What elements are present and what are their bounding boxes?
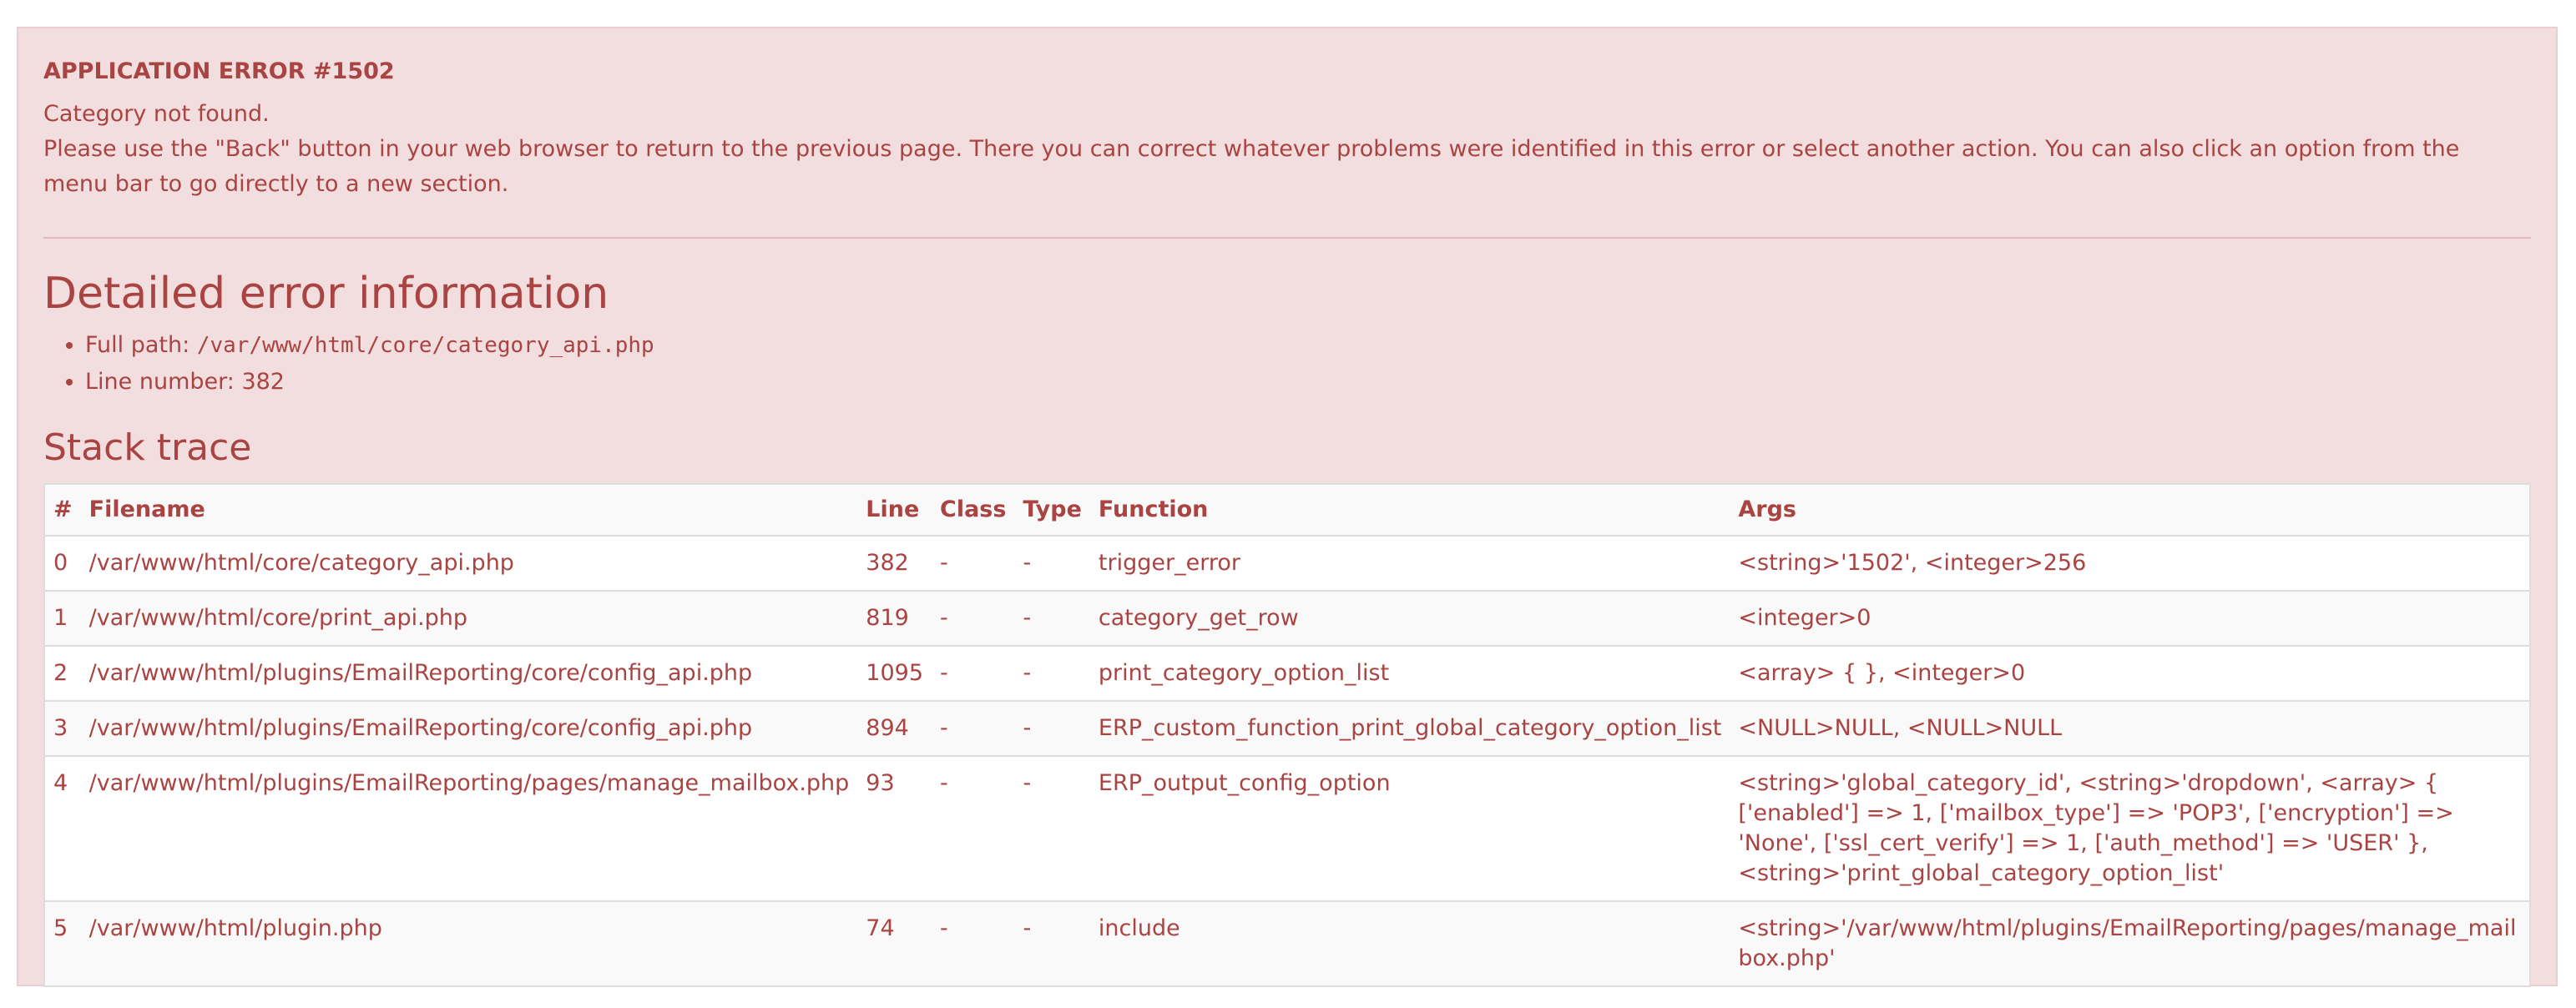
- cell-args: <string>'global_category_id', <string>'d…: [1730, 755, 2530, 901]
- cell-line: 1095: [857, 645, 932, 701]
- cell-class: -: [932, 535, 1015, 591]
- col-header-function: Function: [1089, 483, 1730, 536]
- cell-type: -: [1014, 590, 1090, 646]
- detail-list: Full path: /var/www/html/core/category_a…: [43, 327, 2531, 400]
- cell-line: 382: [857, 535, 932, 591]
- cell-function: ERP_custom_function_print_global_categor…: [1089, 700, 1730, 756]
- cell-class: -: [932, 700, 1015, 756]
- cell-class: -: [932, 900, 1015, 986]
- divider: [43, 237, 2531, 239]
- cell-type: -: [1014, 535, 1090, 591]
- full-path-label: Full path:: [85, 332, 197, 358]
- stack-trace-heading: Stack trace: [43, 426, 252, 469]
- error-message-line-2: Please use the "Back" button in your web…: [43, 136, 2460, 197]
- col-header-filename: Filename: [80, 483, 858, 536]
- cell-line: 93: [857, 755, 932, 901]
- line-number-value: 382: [241, 369, 285, 395]
- col-header-line: Line: [857, 483, 932, 536]
- cell-function: include: [1089, 900, 1730, 986]
- table-row: 5 /var/www/html/plugin.php 74 - - includ…: [44, 900, 2530, 986]
- error-title: APPLICATION ERROR #1502: [43, 58, 395, 84]
- cell-args: <array> { }, <integer>0: [1730, 645, 2530, 701]
- cell-filename: /var/www/html/plugin.php: [80, 900, 858, 986]
- full-path-item: Full path: /var/www/html/core/category_a…: [85, 327, 2531, 364]
- cell-line: 819: [857, 590, 932, 646]
- cell-num: 1: [44, 590, 81, 646]
- cell-filename: /var/www/html/core/print_api.php: [80, 590, 858, 646]
- detailed-error-heading: Detailed error information: [43, 269, 609, 319]
- cell-args: <integer>0: [1730, 590, 2530, 646]
- col-header-type: Type: [1014, 483, 1090, 536]
- table-row: 4 /var/www/html/plugins/EmailReporting/p…: [44, 755, 2530, 901]
- cell-function: ERP_output_config_option: [1089, 755, 1730, 901]
- col-header-class: Class: [932, 483, 1015, 536]
- full-path-value: /var/www/html/core/category_api.php: [196, 333, 654, 358]
- cell-class: -: [932, 645, 1015, 701]
- error-message-line-1: Category not found.: [43, 101, 270, 127]
- line-number-label: Line number:: [85, 369, 242, 395]
- cell-filename: /var/www/html/plugins/EmailReporting/pag…: [80, 755, 858, 901]
- stack-trace-header-row: # Filename Line Class Type Function Args: [44, 483, 2530, 536]
- stack-trace-table: # Filename Line Class Type Function Args…: [43, 483, 2531, 987]
- cell-function: trigger_error: [1089, 535, 1730, 591]
- cell-args: <string>'/var/www/html/plugins/EmailRepo…: [1730, 900, 2530, 986]
- cell-filename: /var/www/html/core/category_api.php: [80, 535, 858, 591]
- error-alert-panel: APPLICATION ERROR #1502 Category not fou…: [17, 27, 2558, 987]
- line-number-item: Line number: 382: [85, 364, 2531, 400]
- cell-function: print_category_option_list: [1089, 645, 1730, 701]
- table-row: 0 /var/www/html/core/category_api.php 38…: [44, 535, 2530, 591]
- cell-class: -: [932, 755, 1015, 901]
- col-header-args: Args: [1730, 483, 2530, 536]
- cell-args: <string>'1502', <integer>256: [1730, 535, 2530, 591]
- cell-function: category_get_row: [1089, 590, 1730, 646]
- cell-num: 4: [44, 755, 81, 901]
- cell-args: <NULL>NULL, <NULL>NULL: [1730, 700, 2530, 756]
- cell-filename: /var/www/html/plugins/EmailReporting/cor…: [80, 645, 858, 701]
- cell-line: 894: [857, 700, 932, 756]
- table-row: 3 /var/www/html/plugins/EmailReporting/c…: [44, 700, 2530, 756]
- cell-filename: /var/www/html/plugins/EmailReporting/cor…: [80, 700, 858, 756]
- table-row: 1 /var/www/html/core/print_api.php 819 -…: [44, 590, 2530, 646]
- cell-num: 0: [44, 535, 81, 591]
- cell-line: 74: [857, 900, 932, 986]
- cell-num: 3: [44, 700, 81, 756]
- cell-num: 5: [44, 900, 81, 986]
- cell-num: 2: [44, 645, 81, 701]
- col-header-num: #: [44, 483, 81, 536]
- cell-type: -: [1014, 700, 1090, 756]
- cell-type: -: [1014, 645, 1090, 701]
- cell-class: -: [932, 590, 1015, 646]
- cell-type: -: [1014, 900, 1090, 986]
- table-row: 2 /var/www/html/plugins/EmailReporting/c…: [44, 645, 2530, 701]
- error-message: Category not found. Please use the "Back…: [43, 97, 2531, 202]
- cell-type: -: [1014, 755, 1090, 901]
